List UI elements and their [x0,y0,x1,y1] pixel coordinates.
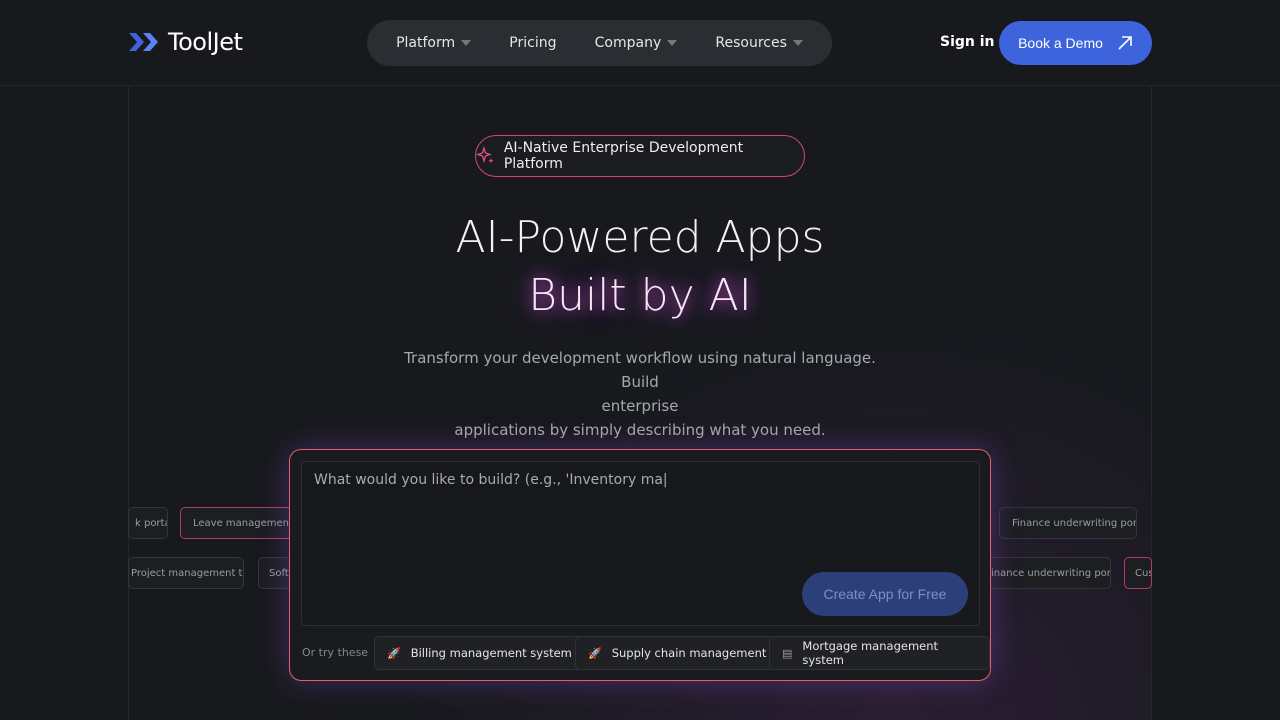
example-chip[interactable]: inance underwriting portal [980,557,1111,589]
nav-resources[interactable]: Resources [715,35,803,51]
prompt-box: What would you like to build? (e.g., 'In… [289,449,991,681]
example-chip[interactable]: Finance underwriting portal [999,507,1137,539]
tooljet-logo-icon [129,33,158,51]
subtitle-line: enterprise [601,397,679,415]
try-label: Or try these [302,646,369,659]
chevron-down-icon [667,40,678,46]
example-chip[interactable]: Leave management system [180,507,300,539]
nav-company[interactable]: Company [595,35,678,51]
example-chip[interactable]: Project management tool [128,557,244,589]
logo[interactable]: ToolJet [128,28,243,56]
hero-title-glow: Built by AI [528,270,752,321]
rocket-icon: 🚀 [588,646,602,660]
nav-label: Pricing [509,35,557,51]
nav-label: Resources [715,35,787,51]
hero-badge: AI-Native Enterprise Development Platfor… [475,135,805,177]
chevron-down-icon [461,40,472,46]
create-app-button[interactable]: Create App for Free [802,572,968,616]
database-icon: ▤ [782,646,793,660]
example-chip[interactable]: Customer [1124,557,1152,589]
main-nav: Platform Pricing Company Resources [367,20,832,66]
nav-label: Platform [396,35,456,51]
rocket-icon: 🚀 [387,646,401,660]
suggestion-supply-chain[interactable]: 🚀 Supply chain management [575,636,780,670]
badge-text: AI-Native Enterprise Development Platfor… [503,140,744,172]
sparkle-icon [476,146,494,164]
suggestion-mortgage[interactable]: ▤ Mortgage management system [769,636,990,670]
suggestion-billing[interactable]: 🚀 Billing management system [374,636,585,670]
subtitle-line: Transform your development workflow usin… [404,349,876,391]
hero-title: AI-Powered Apps [455,212,825,263]
sign-in-link[interactable]: Sign in [940,34,995,50]
suggestion-label: Supply chain management [611,646,767,660]
book-demo-button[interactable]: Book a Demo [999,21,1152,65]
brand-name: ToolJet [168,28,243,56]
arrow-up-right-icon [1118,36,1132,50]
suggestion-label: Billing management system [410,646,572,660]
example-chip[interactable]: k portal [128,507,168,539]
suggestion-label: Mortgage management system [802,639,939,667]
chevron-down-icon [792,40,803,46]
button-label: Book a Demo [1018,35,1103,51]
hero-subtitle: Transform your development workflow usin… [390,346,890,442]
nav-platform[interactable]: Platform [396,35,472,51]
header: ToolJet Platform Pricing Company Resourc… [0,0,1280,86]
nav-pricing[interactable]: Pricing [509,35,556,51]
subtitle-line: applications by simply describing what y… [454,421,826,439]
nav-label: Company [594,35,662,51]
